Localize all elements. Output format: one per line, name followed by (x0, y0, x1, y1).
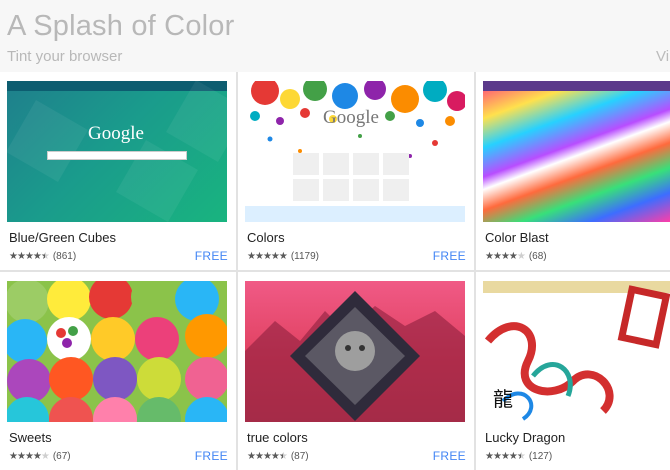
rating-count: (861) (52, 251, 77, 262)
svg-text:龍: 龍 (493, 387, 513, 411)
price-label: FREE (194, 449, 228, 463)
price-label: FREE (432, 249, 466, 263)
theme-rating: ★★★★★ (861) (9, 251, 76, 262)
rating-count: (68) (528, 251, 547, 262)
theme-preview-image (245, 281, 465, 422)
theme-preview-image (7, 281, 227, 422)
star-rating-icon: ★★★★★ (247, 451, 288, 462)
theme-grid: Google Blue/Green Cubes ★★★★★(861) FREE (0, 72, 670, 470)
theme-rating: ★★★★★ (127) (485, 451, 552, 462)
star-rating-icon: ★★★★★ (247, 251, 288, 262)
theme-name: Sweets (9, 430, 52, 445)
star-rating-icon: ★★★★★ (9, 251, 50, 262)
theme-tile-colors[interactable]: Google Colors ★★★★★ (1179) FREE (238, 72, 474, 270)
theme-rating: ★★★★★ (1179) (247, 251, 319, 262)
rating-count: (127) (528, 451, 553, 462)
rating-count: (87) (290, 451, 309, 462)
theme-tile-lucky-dragon[interactable]: 龍 Lucky Dragon ★★★★★ (127) (476, 272, 670, 470)
theme-preview-image (483, 81, 670, 222)
section-subtitle: Tint your browser (7, 48, 123, 65)
section-header: A Splash of Color Tint your browser Vi (0, 0, 670, 72)
star-rating-icon: ★★★★★ (485, 451, 526, 462)
theme-rating: ★★★★★ (67) (9, 451, 71, 462)
google-logo: Google (88, 123, 144, 144)
rating-count: (1179) (290, 251, 320, 262)
price-label: FREE (194, 249, 228, 263)
view-all-link[interactable]: Vi (656, 48, 669, 65)
theme-name: true colors (247, 430, 308, 445)
section-title: A Splash of Color (7, 10, 235, 42)
theme-name: Color Blast (485, 230, 549, 245)
theme-rating: ★★★★★ (68) (485, 251, 547, 262)
theme-name: Lucky Dragon (485, 430, 566, 445)
theme-tile-sweets[interactable]: Sweets ★★★★★ (67) FREE (0, 272, 236, 470)
preview-search-box (47, 151, 187, 160)
theme-tile-true-colors[interactable]: true colors ★★★★★ (87) FREE (238, 272, 474, 470)
price-label: FREE (432, 449, 466, 463)
theme-preview-image: 龍 (483, 281, 670, 422)
google-logo: Google (323, 107, 379, 128)
theme-preview-image: Google (245, 81, 465, 222)
theme-rating: ★★★★★ (87) (247, 451, 309, 462)
star-rating-icon: ★★★★★ (9, 451, 50, 462)
theme-preview-image: Google (7, 81, 227, 222)
theme-name: Blue/Green Cubes (9, 230, 116, 245)
theme-name: Colors (247, 230, 285, 245)
star-rating-icon: ★★★★★ (485, 251, 526, 262)
rating-count: (67) (52, 451, 71, 462)
theme-tile-blue-green-cubes[interactable]: Google Blue/Green Cubes ★★★★★ (861) FREE (0, 72, 236, 270)
theme-tile-color-blast[interactable]: Color Blast ★★★★★ (68) (476, 72, 670, 270)
